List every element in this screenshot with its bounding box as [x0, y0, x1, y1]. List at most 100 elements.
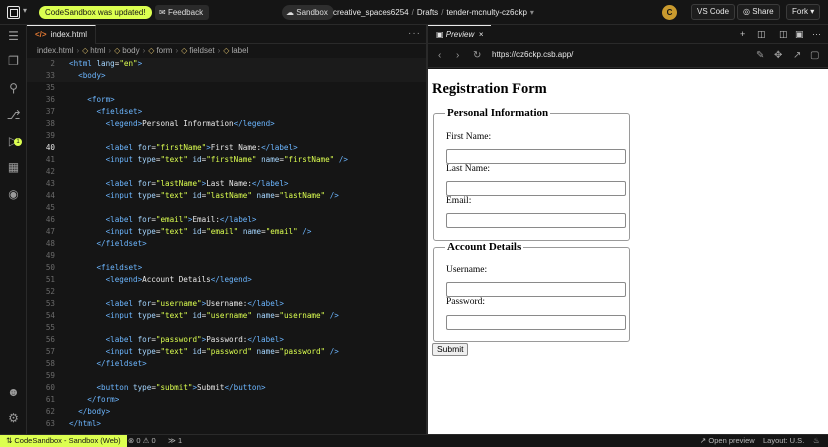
sandbox-tag[interactable]: ☁ Sandbox — [282, 5, 334, 20]
code-line[interactable]: 39 — [27, 130, 427, 142]
breadcrumb-html[interactable]: html — [90, 46, 105, 55]
columns-icon[interactable]: ◫ — [779, 29, 788, 40]
share-button[interactable]: ◎ Share — [737, 4, 780, 20]
code-line[interactable]: 60 <button type="submit">Submit</button> — [27, 382, 427, 394]
bell-icon[interactable]: ♨ — [813, 435, 820, 447]
code-line[interactable]: 48 </fieldset> — [27, 238, 427, 250]
split-view-icon[interactable]: ◫ — [757, 29, 766, 40]
code-line[interactable]: 45 — [27, 202, 427, 214]
extensions-icon[interactable]: ▦ — [6, 160, 21, 175]
code-line[interactable]: 50 <fieldset> — [27, 262, 427, 274]
code-line[interactable]: 57 <input type="text" id="password" name… — [27, 346, 427, 358]
keyboard-layout[interactable]: Layout: U.S. — [763, 435, 804, 447]
reload-icon[interactable]: ↻ — [473, 50, 481, 61]
username-input[interactable] — [446, 282, 626, 297]
chevron-down-icon[interactable]: ▾ — [530, 8, 534, 17]
ports-indicator[interactable]: ≫ 1 — [168, 435, 182, 447]
menu-icon[interactable]: ☰ — [6, 29, 21, 44]
line-number: 39 — [45, 131, 55, 140]
code-line[interactable]: 44 <input type="text" id="lastName" name… — [27, 190, 427, 202]
close-icon[interactable]: × — [476, 30, 484, 39]
lock-icon[interactable]: ▣ — [795, 29, 804, 40]
code-line[interactable]: 38 <legend>Personal Information</legend> — [27, 118, 427, 130]
editor-tab-bar: </> index.html ··· — [27, 25, 427, 44]
source-control-icon[interactable]: ⎇ — [6, 108, 21, 123]
open-preview-button[interactable]: ↗ Open preview — [700, 435, 755, 447]
code-line[interactable]: 43 <label for="lastName">Last Name:</lab… — [27, 178, 427, 190]
first-name-input[interactable] — [446, 149, 626, 164]
last-name-input[interactable] — [446, 181, 626, 196]
code-text: </fieldset> — [96, 239, 147, 248]
breadcrumb-form[interactable]: form — [156, 46, 172, 55]
edit-icon[interactable]: ✎ — [756, 50, 764, 61]
breadcrumb-sandbox[interactable]: tender-mcnulty-cz6ckp — [446, 8, 526, 17]
breadcrumb-workspace[interactable]: creative_spaces6254 — [333, 8, 409, 17]
code-text: <html lang="en"> — [69, 59, 143, 68]
code-line[interactable]: 55 — [27, 322, 427, 334]
problems-indicator[interactable]: ⊗ 0 ⚠ 0 — [128, 435, 156, 447]
back-arrow-icon[interactable]: ‹ — [438, 50, 441, 61]
github-icon[interactable]: ◉ — [6, 187, 21, 202]
code-line[interactable]: 58 </fieldset> — [27, 358, 427, 370]
code-line[interactable]: 51 <legend>Account Details</legend> — [27, 274, 427, 286]
project-breadcrumb: creative_spaces6254/Drafts / tender-mcnult… — [333, 8, 534, 17]
code-line[interactable]: 35 — [27, 82, 427, 94]
breadcrumb-folder[interactable]: Drafts — [417, 8, 438, 17]
preview-tab[interactable]: ▣ Preview × — [428, 25, 492, 44]
code-line[interactable]: 40 <label for="firstName">First Name:</l… — [27, 142, 427, 154]
line-number: 56 — [45, 335, 55, 344]
breadcrumb-fieldset[interactable]: fieldset — [189, 46, 214, 55]
code-line[interactable]: 2 <html lang="en"> — [27, 58, 427, 70]
code-line[interactable]: 52 — [27, 286, 427, 298]
code-line[interactable]: 53 <label for="username">Username:</labe… — [27, 298, 427, 310]
code-line[interactable]: 59 — [27, 370, 427, 382]
chevron-down-icon[interactable]: ▾ — [23, 6, 27, 15]
code-line[interactable]: 42 — [27, 166, 427, 178]
update-notice-pill[interactable]: CodeSandbox was updated! — [39, 6, 152, 19]
code-line[interactable]: 37 <fieldset> — [27, 106, 427, 118]
email-input[interactable] — [446, 213, 626, 228]
code-line[interactable]: 46 <label for="email">Email:</label> — [27, 214, 427, 226]
code-line[interactable]: 33 <body> — [27, 70, 427, 82]
more-actions-icon[interactable]: ··· — [408, 28, 421, 39]
account-icon[interactable]: ☻ — [6, 385, 21, 400]
code-line[interactable]: 63 </html> — [27, 418, 427, 430]
preview-url[interactable]: https://cz6ckp.csb.app/ — [492, 50, 573, 59]
sandbox-tag-label: Sandbox — [296, 8, 328, 17]
code-line[interactable]: 62 </body> — [27, 406, 427, 418]
inspect-icon[interactable]: ✥ — [774, 50, 782, 61]
code-line[interactable]: 49 — [27, 250, 427, 262]
search-icon[interactable]: ⚲ — [6, 81, 21, 96]
code-line[interactable]: 47 <input type="text" id="email" name="e… — [27, 226, 427, 238]
avatar[interactable]: C — [662, 5, 677, 20]
feedback-button[interactable]: ✉ Feedback — [155, 5, 210, 20]
add-tab-icon[interactable]: + — [740, 29, 745, 39]
fullscreen-icon[interactable]: ▢ — [810, 50, 819, 61]
breadcrumb-body[interactable]: body — [122, 46, 139, 55]
editor-tab-index-html[interactable]: </> index.html — [27, 25, 97, 44]
forward-arrow-icon[interactable]: › — [456, 50, 459, 61]
password-input[interactable] — [446, 315, 626, 330]
codesandbox-status[interactable]: ⇅ CodeSandbox - Sandbox (Web) — [0, 435, 127, 447]
open-external-icon[interactable]: ↗ — [793, 50, 801, 61]
files-icon[interactable]: ❐ — [6, 54, 21, 69]
code-line[interactable]: 56 <label for="password">Password:</labe… — [27, 334, 427, 346]
more-actions-icon[interactable]: ··· — [812, 29, 821, 39]
code-line[interactable]: 61 </form> — [27, 394, 427, 406]
fork-button[interactable]: Fork ▾ — [786, 4, 821, 20]
line-number: 44 — [45, 191, 55, 200]
email-label: Email: — [446, 196, 472, 206]
breadcrumb-label[interactable]: label — [231, 46, 248, 55]
vscode-button[interactable]: VS Code — [691, 4, 736, 20]
cloud-icon: ☁ — [286, 8, 294, 17]
breadcrumb-file[interactable]: index.html — [37, 46, 73, 55]
code-line[interactable]: 36 <form> — [27, 94, 427, 106]
code-line[interactable]: 54 <input type="text" id="username" name… — [27, 310, 427, 322]
code-area[interactable]: 2 <html lang="en"> 33 <body> 35 36 <form> 37 … — [27, 58, 427, 434]
fork-label: Fork — [792, 7, 808, 16]
codesandbox-logo-icon[interactable] — [7, 6, 20, 19]
preview-window-icon: ▣ — [436, 30, 444, 39]
settings-gear-icon[interactable]: ⚙ — [6, 411, 21, 426]
submit-button[interactable]: Submit — [432, 343, 469, 356]
code-line[interactable]: 41 <input type="text" id="firstName" nam… — [27, 154, 427, 166]
